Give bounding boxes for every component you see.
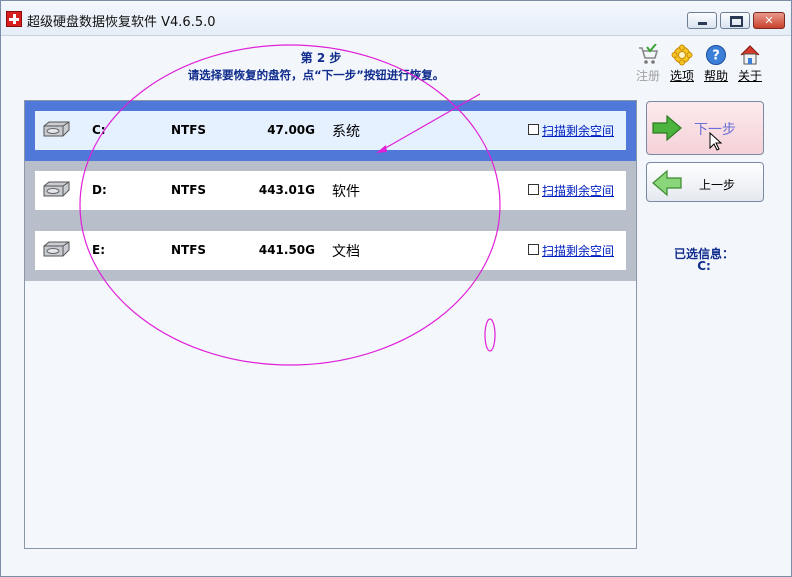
drive-letter: D: (92, 183, 107, 197)
title-bar: 超级硬盘数据恢复软件 V4.6.5.0 ✕ (1, 1, 791, 36)
scan-free-space-checkbox[interactable] (528, 244, 539, 255)
hard-drive-icon (43, 241, 70, 257)
scan-free-space-checkbox[interactable] (528, 124, 539, 135)
home-icon (739, 44, 761, 66)
drive-row-inner: D: NTFS 443.01G 软件 扫描剩余空间 (35, 171, 626, 210)
scan-free-space-link[interactable]: 扫描剩余空间 (542, 182, 614, 199)
toolbar-register-label: 注册 (635, 69, 660, 83)
arrow-right-icon (652, 114, 682, 142)
drive-list: C: NTFS 47.00G 系统 扫描剩余空间 D: NTFS 443.01G (24, 100, 637, 549)
drive-filesystem: NTFS (171, 243, 207, 257)
maximize-icon (721, 13, 749, 28)
toolbar-help[interactable]: ? 帮助 (699, 44, 733, 84)
previous-step-button[interactable]: 上一步 (646, 162, 764, 202)
step-title: 第 2 步 (300, 51, 342, 65)
minimize-icon (688, 13, 716, 28)
close-icon: ✕ (764, 14, 774, 27)
minimize-button[interactable] (687, 12, 717, 29)
scan-free-space-link[interactable]: 扫描剩余空间 (542, 122, 614, 139)
hard-drive-icon (43, 181, 70, 197)
next-step-button[interactable]: 下一步 (646, 101, 764, 155)
previous-step-label: 上一步 (699, 178, 736, 192)
drive-row-e[interactable]: E: NTFS 441.50G 文档 扫描剩余空间 (25, 221, 636, 281)
toolbar-options-label: 选项 (669, 69, 694, 83)
drive-filesystem: NTFS (171, 123, 207, 137)
step-description: 请选择要恢复的盘符，点“下一步”按钮进行恢复。 (187, 68, 445, 82)
cart-icon (637, 43, 659, 66)
drive-label: 文档 (332, 244, 360, 260)
toolbar-help-label: 帮助 (703, 69, 728, 83)
app-window: 超级硬盘数据恢复软件 V4.6.5.0 ✕ 第 2 步 请选择要恢复的盘符，点“… (0, 0, 792, 577)
toolbar-options[interactable]: 选项 (665, 44, 699, 84)
drive-size: 47.00G (267, 123, 315, 137)
selected-info-value: C: (697, 259, 711, 273)
drive-filesystem: NTFS (171, 183, 207, 197)
maximize-button[interactable] (720, 12, 750, 29)
app-logo-icon (6, 11, 22, 27)
window-title: 超级硬盘数据恢复软件 V4.6.5.0 (27, 15, 216, 30)
gear-icon (671, 44, 693, 66)
drive-row-inner: E: NTFS 441.50G 文档 扫描剩余空间 (35, 231, 626, 270)
toolbar-register[interactable]: 注册 (631, 43, 665, 84)
drive-label: 软件 (332, 184, 360, 200)
help-icon: ? (705, 44, 727, 66)
toolbar-about-label: 关于 (737, 69, 762, 83)
drive-row-d[interactable]: D: NTFS 443.01G 软件 扫描剩余空间 (25, 161, 636, 221)
mouse-cursor-icon (709, 132, 723, 151)
drive-size: 443.01G (258, 183, 315, 197)
arrow-left-icon (652, 169, 682, 197)
svg-text:?: ? (712, 49, 720, 64)
scan-free-space-link[interactable]: 扫描剩余空间 (542, 242, 614, 259)
drive-row-inner: C: NTFS 47.00G 系统 扫描剩余空间 (35, 111, 626, 150)
hard-drive-icon (43, 121, 70, 137)
drive-letter: E: (92, 243, 105, 257)
drive-letter: C: (92, 123, 106, 137)
drive-size: 441.50G (258, 243, 315, 257)
drive-row-c[interactable]: C: NTFS 47.00G 系统 扫描剩余空间 (25, 101, 636, 161)
drive-label: 系统 (332, 124, 360, 140)
close-button[interactable]: ✕ (753, 12, 785, 29)
toolbar-about[interactable]: 关于 (733, 44, 767, 84)
scan-free-space-checkbox[interactable] (528, 184, 539, 195)
